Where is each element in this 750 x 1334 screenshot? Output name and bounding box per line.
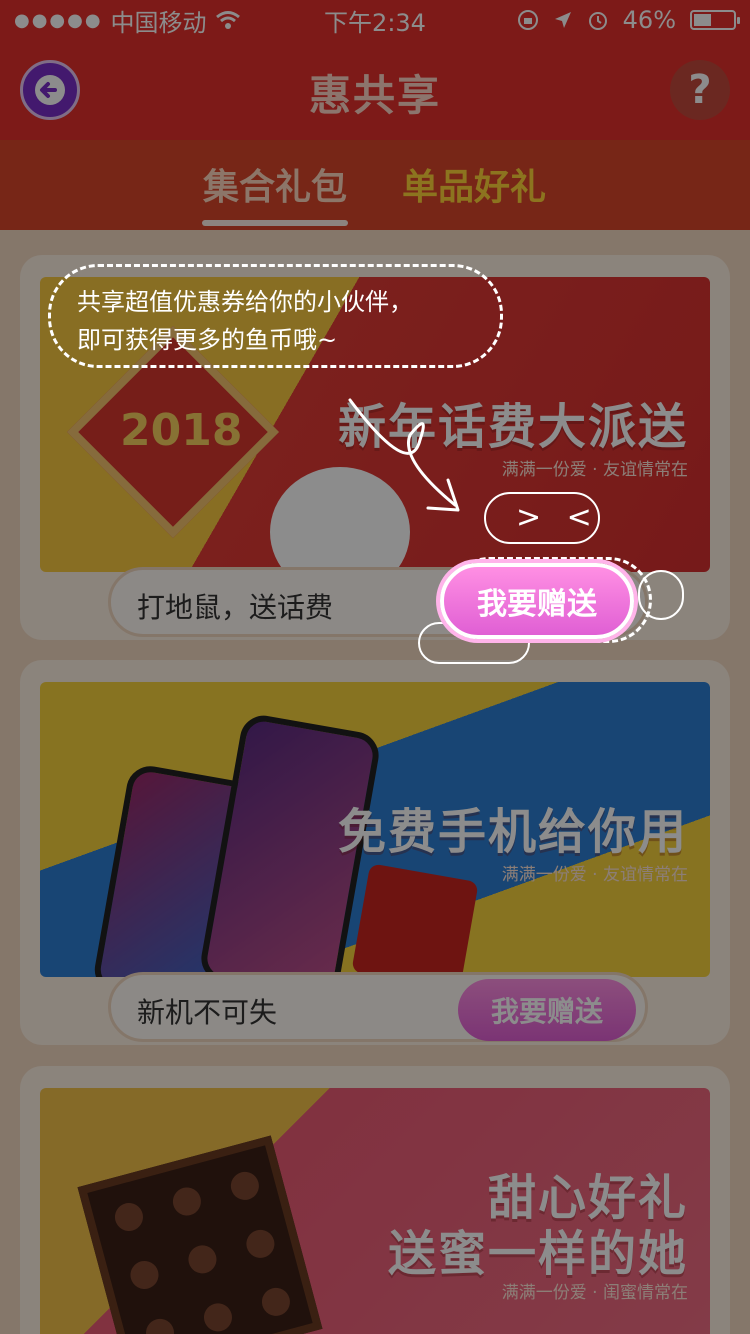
card-banner-3[interactable]: 甜心好礼 送蜜一样的她 满满一份爱 · 闺蜜情常在 [40, 1088, 710, 1334]
tab-single-item[interactable]: 单品好礼 [402, 158, 546, 210]
tab-bundle[interactable]: 集合礼包 [203, 158, 347, 210]
chocolate-piece [185, 1242, 220, 1277]
tip-line-1: 共享超值优惠券给你的小伙伴， [77, 288, 413, 316]
banner-badge: 2018 [120, 405, 243, 456]
tab-bar: 集合礼包 单品好礼 [0, 140, 750, 230]
help-button[interactable]: ? [670, 60, 730, 120]
gift-card-3: 甜心好礼 送蜜一样的她 满满一份爱 · 闺蜜情常在 [20, 1066, 730, 1334]
battery-icon [690, 10, 740, 30]
chocolate-piece [243, 1226, 278, 1262]
banner-title-line2: 送蜜一样的她 [387, 1226, 688, 1282]
banner-subtitle: 满满一份爱 · 友谊情常在 [501, 865, 688, 885]
chocolate-piece [200, 1300, 236, 1334]
chocolate-piece [258, 1284, 294, 1319]
status-bar: ●●●●● 中国移动 下午2:34 46% [0, 0, 750, 40]
chocolate-piece [142, 1315, 178, 1334]
card-label: 打地鼠，送话费 [137, 591, 334, 624]
chocolate-piece [227, 1168, 263, 1204]
chocolate-piece [111, 1199, 147, 1235]
status-time: 下午2:34 [324, 8, 426, 37]
phone-illustration [351, 863, 479, 977]
card-banner-2[interactable]: 免费手机给你用 满满一份爱 · 友谊情常在 [40, 682, 710, 977]
tip-bubble: 共享超值优惠券给你的小伙伴， 即可获得更多的鱼币哦~ [48, 264, 503, 368]
app-screen: ●●●●● 中国移动 下午2:34 46% 惠共享 ? 集合礼包 单品好礼 20… [0, 0, 750, 1334]
gift-button-1[interactable]: 我要赠送 [440, 563, 634, 639]
chocolate-box-illustration [77, 1135, 323, 1334]
nav-bar: 惠共享 ? [0, 40, 750, 140]
guide-arrow-icon [348, 398, 460, 512]
banner-title: 免费手机给你用 [337, 804, 688, 860]
card-label: 新机不可失 [137, 996, 278, 1029]
tip-line-2: 即可获得更多的鱼币哦~ [77, 326, 338, 354]
chocolate-piece [127, 1257, 162, 1293]
page-title: 惠共享 [308, 71, 441, 120]
battery-fill [694, 14, 712, 26]
face-doodle: > < [516, 500, 600, 535]
banner-subtitle: 满满一份爱 · 闺蜜情常在 [501, 1283, 688, 1303]
gift-button-2[interactable]: 我要赠送 [458, 979, 636, 1041]
tab-active-indicator [202, 220, 348, 226]
chocolate-piece [169, 1184, 205, 1219]
help-icon: ? [688, 67, 712, 113]
banner-subtitle: 满满一份爱 · 友谊情常在 [501, 460, 688, 480]
